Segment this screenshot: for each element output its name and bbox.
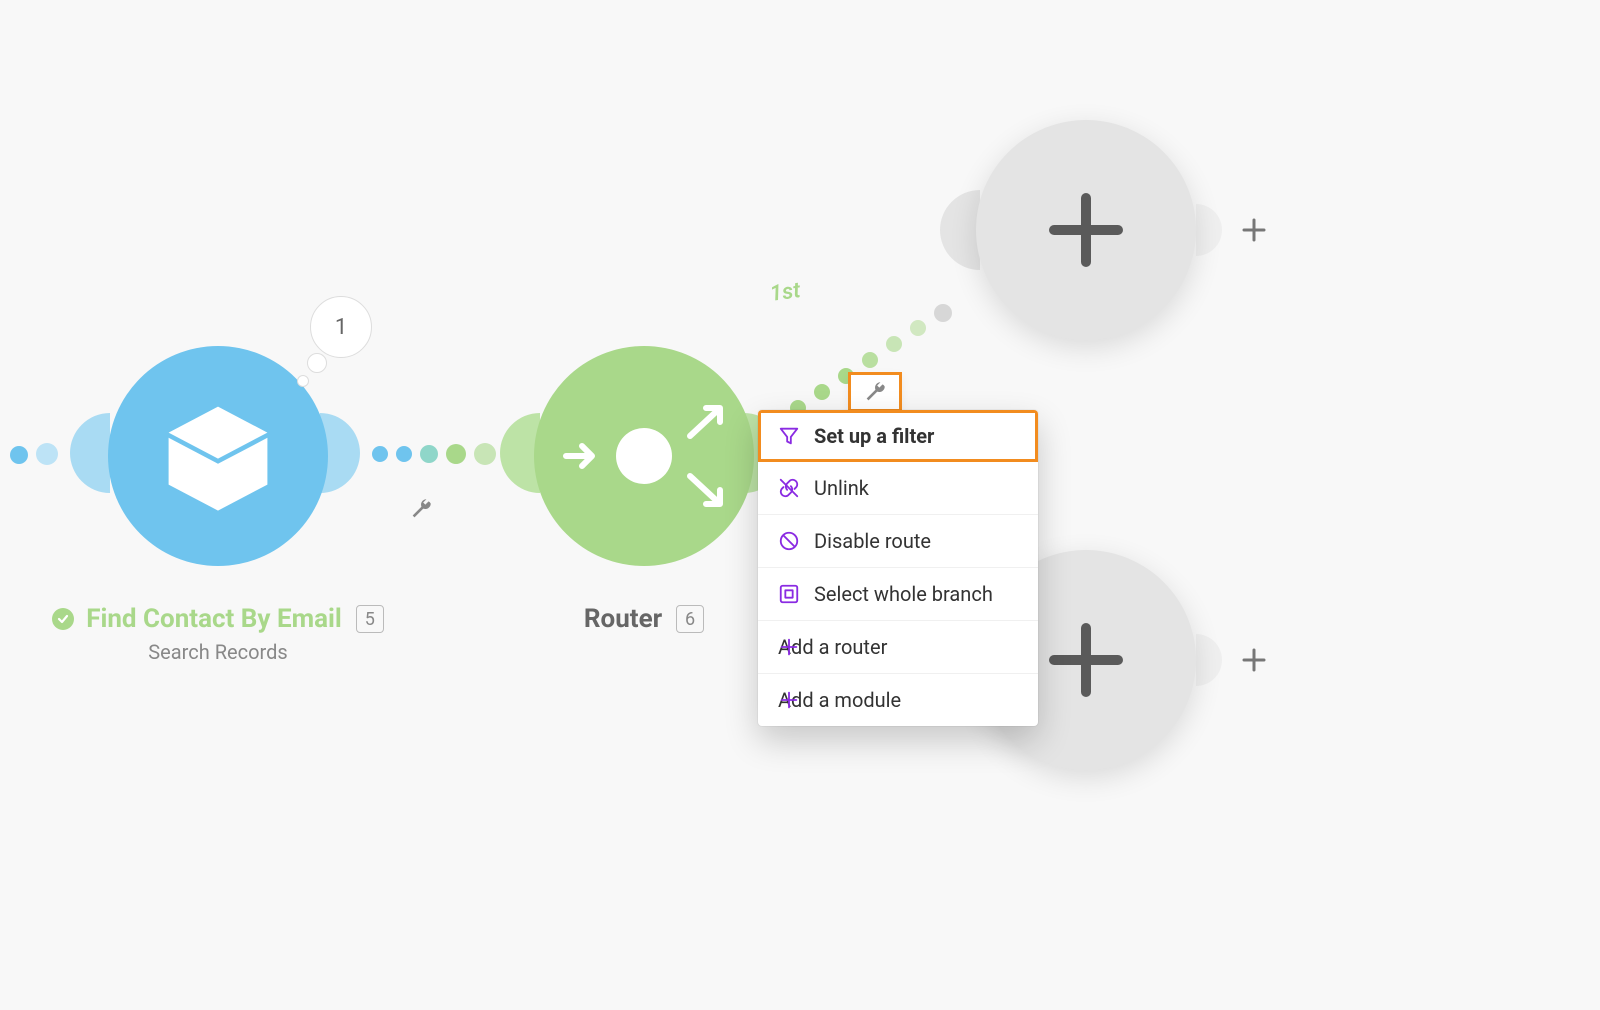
connector-dot bbox=[446, 444, 466, 464]
disable-icon bbox=[778, 530, 800, 552]
menu-item-label: Set up a filter bbox=[814, 424, 934, 448]
connector-dot bbox=[886, 336, 902, 352]
module-router[interactable] bbox=[534, 346, 754, 566]
arrow-out-down-icon bbox=[684, 470, 728, 510]
plus-icon bbox=[1036, 610, 1136, 710]
menu-item-add-router[interactable]: Add a router bbox=[758, 621, 1038, 674]
menu-item-disable-route[interactable]: Disable route bbox=[758, 515, 1038, 568]
connector-dot bbox=[474, 443, 496, 465]
menu-item-label: Unlink bbox=[814, 476, 869, 500]
arrow-in-icon bbox=[562, 440, 602, 472]
connector-dot bbox=[36, 443, 58, 465]
menu-item-set-up-filter[interactable]: Set up a filter bbox=[758, 410, 1038, 462]
add-next-module-upper[interactable] bbox=[1240, 216, 1268, 248]
connector-dot bbox=[420, 445, 438, 463]
check-icon bbox=[52, 608, 74, 630]
bundle-count: 1 bbox=[335, 315, 347, 340]
menu-item-unlink[interactable]: Unlink bbox=[758, 462, 1038, 515]
connector-dot bbox=[934, 304, 952, 322]
connector-dot bbox=[372, 446, 388, 462]
wrench-icon[interactable] bbox=[400, 488, 442, 530]
connector-dot bbox=[396, 446, 412, 462]
route-settings-button[interactable] bbox=[848, 372, 902, 412]
connector-ear bbox=[1196, 204, 1222, 256]
module-label-router: Router 6 bbox=[534, 604, 754, 634]
menu-item-label: Disable route bbox=[814, 529, 931, 553]
menu-item-label: Select whole branch bbox=[814, 582, 993, 606]
connector-ear bbox=[1196, 634, 1222, 686]
cube-icon bbox=[153, 391, 283, 521]
module-find-contact[interactable] bbox=[108, 346, 328, 566]
module-label-contact: Find Contact By Email 5 Search Records bbox=[8, 604, 428, 664]
route-order-label: 1st bbox=[768, 278, 802, 307]
connector-dot bbox=[862, 352, 878, 368]
module-title: Find Contact By Email bbox=[86, 604, 342, 634]
module-index: 6 bbox=[676, 605, 704, 633]
add-module-upper[interactable] bbox=[976, 120, 1196, 340]
module-title: Router bbox=[584, 604, 662, 634]
connector-ear bbox=[70, 413, 110, 493]
arrow-out-up-icon bbox=[684, 402, 728, 442]
bundle-count-bubble[interactable]: 1 bbox=[310, 296, 372, 358]
connector-dot bbox=[10, 446, 28, 464]
unlink-icon bbox=[778, 477, 800, 499]
menu-item-select-branch[interactable]: Select whole branch bbox=[758, 568, 1038, 621]
plus-icon bbox=[778, 689, 800, 711]
select-branch-icon bbox=[778, 583, 800, 605]
router-center bbox=[616, 428, 672, 484]
add-next-module-lower[interactable] bbox=[1240, 646, 1268, 678]
filter-icon bbox=[778, 425, 800, 447]
scenario-canvas[interactable]: 1 1st bbox=[0, 0, 1600, 1010]
module-index: 5 bbox=[356, 605, 384, 633]
plus-icon bbox=[778, 636, 800, 658]
connector-ear bbox=[940, 190, 980, 270]
route-context-menu: Set up a filter Unlink Disable route Sel… bbox=[758, 410, 1038, 726]
plus-icon bbox=[1036, 180, 1136, 280]
module-subtitle: Search Records bbox=[8, 640, 428, 664]
connector-dot bbox=[814, 384, 830, 400]
connector-dot bbox=[910, 320, 926, 336]
menu-item-add-module[interactable]: Add a module bbox=[758, 674, 1038, 726]
